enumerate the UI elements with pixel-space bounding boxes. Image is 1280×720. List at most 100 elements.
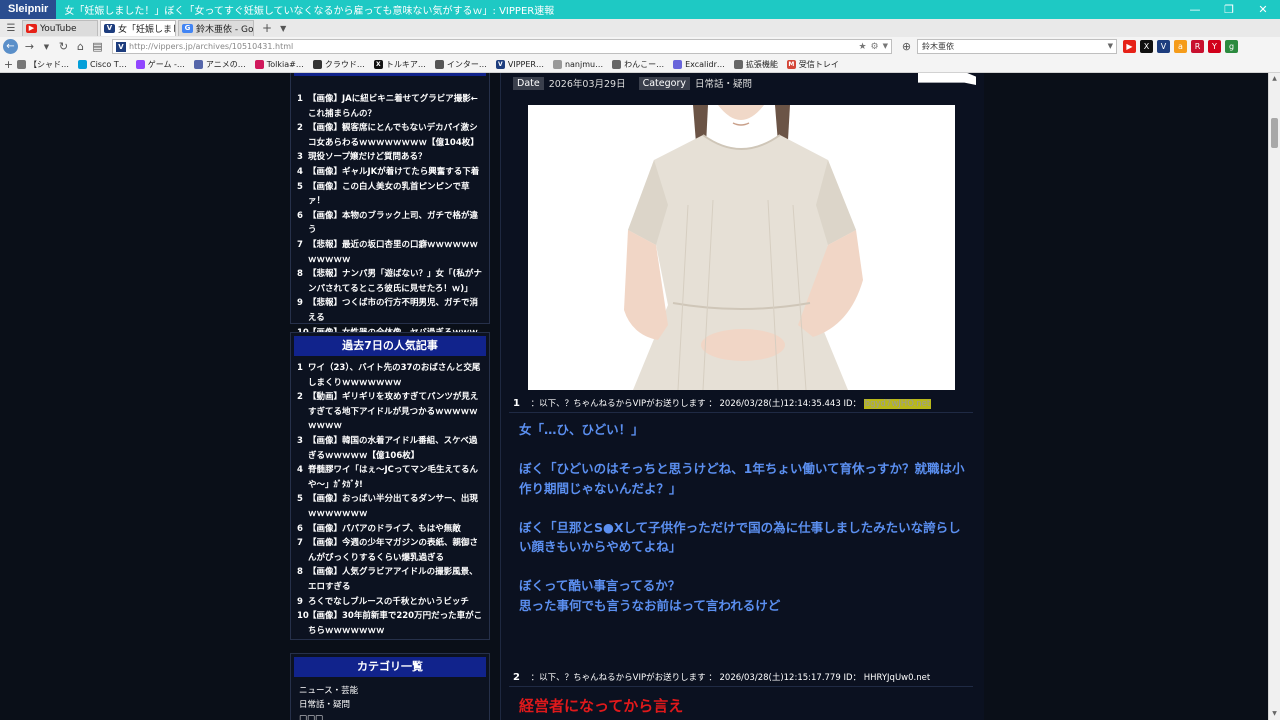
bookmark-item[interactable]: 拡張機能 <box>733 59 778 70</box>
url-dropdown-icon[interactable]: ▼ <box>883 42 888 52</box>
bookmark-item[interactable]: nanjmu… <box>552 59 603 69</box>
scroll-up-icon[interactable]: ▲ <box>1269 73 1280 85</box>
youtube-ext-icon[interactable]: ▶ <box>1123 40 1136 53</box>
rank-link[interactable]: 【動画】ギリギリを攻めすぎてパンツが見えすぎてる地下アイドルが見つかるｗｗｗｗｗ… <box>308 390 483 434</box>
new-tab-icon[interactable]: + <box>262 21 272 35</box>
app-logo[interactable]: Sleipnir <box>0 0 57 19</box>
ranking-item[interactable]: 9 【悲報】つくば市の行方不明男児、ガチで消える <box>297 296 483 325</box>
rank-link[interactable]: 【画像】パパアのドライブ、もはや無敵 <box>308 522 483 537</box>
settings-icon[interactable]: ⚙ <box>871 42 879 52</box>
bookmark-item[interactable]: Excalidr… <box>673 59 725 69</box>
ranking-item[interactable]: 10 【画像】30年前新車で220万円だった車がこちらｗｗｗｗｗｗｗ <box>297 609 483 638</box>
rank-link[interactable]: ろくでなしブルースの千秋とかいうビッチ <box>308 595 483 610</box>
home-icon[interactable]: ⌂ <box>72 40 89 53</box>
rank-link[interactable]: 脊髄膠ワイ「はぇ〜JCってマン毛生えてるんや〜」ｶﾞﾀｶﾞﾀ! <box>308 463 483 492</box>
tab-list-icon[interactable]: ▼ <box>280 24 286 33</box>
ranking-item[interactable]: 4 【画像】ギャルJKが着けてたら興奮する下着 <box>297 165 483 180</box>
bookmark-item[interactable]: インター… <box>434 59 487 70</box>
rank-link[interactable]: 【悲報】ナンパ男「遊ばない？」女「(私がナンパされてるところ彼氏に見せたろ！ｗ)… <box>308 267 483 296</box>
rank-link[interactable]: 【画像】ギャルJKが着けてたら興奮する下着 <box>308 165 483 180</box>
page-scrollbar[interactable]: ▲ ▼ <box>1268 73 1280 720</box>
rank-number: 2 <box>297 123 303 134</box>
ranking-item[interactable]: 2 【画像】観客席にとんでもないデカパイ激シコ女あらわるｗｗｗｗｗｗｗｗ【億104… <box>297 121 483 150</box>
scroll-down-icon[interactable]: ▼ <box>1269 708 1280 720</box>
minimize-button[interactable]: — <box>1178 0 1212 19</box>
maximize-button[interactable]: ❐ <box>1212 0 1246 19</box>
close-button[interactable]: ✕ <box>1246 0 1280 19</box>
res-body: 女「…ひ、ひどい！」 ぼく「ひどいのはそっちと思うけどね、1年ちょい働いて育休っ… <box>519 420 969 615</box>
ranking-item[interactable]: 3 現役ソープ嬢だけど質問ある？ <box>297 150 483 165</box>
bookmark-item[interactable]: V VIPPER… <box>495 59 544 69</box>
twitch-icon <box>135 59 145 69</box>
bookmark-item[interactable]: 【シャド… <box>17 59 69 70</box>
tab-youtube[interactable]: ▶ YouTube <box>22 20 98 36</box>
ranking-item[interactable]: 7 【悲報】最近の坂口杏里の口癖ｗｗｗｗｗｗｗｗｗｗｗ <box>297 238 483 267</box>
ranking-item[interactable]: 5 【画像】おっぱい半分出てるダンサー、出現ｗｗｗｗｗｗｗ <box>297 492 483 521</box>
save-icon[interactable]: ▤ <box>89 40 106 53</box>
res-line: ぼく「旦那とS●Xして子供作っただけで国の為に仕事しましたみたいな誇らしい顔きも… <box>519 519 961 555</box>
rank-link[interactable]: 現役ソープ嬢だけど質問ある？ <box>308 150 483 165</box>
rank-link[interactable]: 【画像】この白人美女の乳首ピンピンで草ァ！ <box>308 180 483 209</box>
ranking-item[interactable]: 3 【画像】韓国の水着アイドル番組、スケベ過ぎるｗｗｗｗｗ【億106枚】 <box>297 434 483 463</box>
ranking-item[interactable]: 7 【画像】今週の少年マガジンの表紙、親御さんがびっくりするくらい爆乳過ぎる <box>297 536 483 565</box>
rank-link[interactable]: 【画像】韓国の水着アイドル番組、スケベ過ぎるｗｗｗｗｗ【億106枚】 <box>308 434 483 463</box>
bookmark-item[interactable]: アニメの… <box>193 59 246 70</box>
tab-menu-icon[interactable]: ☰ <box>0 23 22 34</box>
bookmark-item[interactable]: Tolkia#… <box>254 59 304 69</box>
category-item[interactable]: 日常話・疑問 <box>299 698 481 712</box>
rank-link[interactable]: 【画像】人気グラビアアイドルの撮影風景、エロすぎる <box>308 565 483 594</box>
history-dropdown-icon[interactable]: ▼ <box>38 43 55 51</box>
ranking-item[interactable]: 9 ろくでなしブルースの千秋とかいうビッチ <box>297 595 483 610</box>
engine-icon[interactable]: ⊕ <box>898 40 915 53</box>
rank-link[interactable]: 【悲報】最近の坂口杏里の口癖ｗｗｗｗｗｗｗｗｗｗｗ <box>308 238 483 267</box>
ranking-item[interactable]: 4 脊髄膠ワイ「はぇ〜JCってマン毛生えてるんや〜」ｶﾞﾀｶﾞﾀ! <box>297 463 483 492</box>
vipper-ext-icon[interactable]: V <box>1157 40 1170 53</box>
rank-link[interactable]: 【画像】本物のブラック上司、ガチで格が違う <box>308 209 483 238</box>
rank-link[interactable]: ワイ（23）、バイト先の37のおばさんと交尾しまくりｗｗｗｗｗｗｗ <box>308 361 483 390</box>
back-icon[interactable]: ← <box>3 39 18 54</box>
search-dropdown-icon[interactable]: ▼ <box>1108 40 1113 53</box>
amazon-ext-icon[interactable]: a <box>1174 40 1187 53</box>
address-bar[interactable]: V http://vippers.jp/archives/10510431.ht… <box>112 39 892 54</box>
google-ext-icon[interactable]: g <box>1225 40 1238 53</box>
cisco-icon <box>78 59 87 69</box>
scroll-thumb[interactable] <box>1271 118 1278 148</box>
ranking-item[interactable]: 6 【画像】パパアのドライブ、もはや無敵 <box>297 522 483 537</box>
reload-icon[interactable]: ↻ <box>55 40 72 53</box>
rakuten-ext-icon[interactable]: R <box>1191 40 1204 53</box>
bookmark-item[interactable]: M 受信トレイ <box>786 59 839 70</box>
add-bookmark-icon[interactable]: + <box>0 58 17 71</box>
x-ext-icon[interactable]: X <box>1140 40 1153 53</box>
bookmark-item[interactable]: ゲーム -… <box>135 59 185 70</box>
search-input[interactable]: 鈴木亜依 ▼ <box>917 39 1117 54</box>
ranking-item[interactable]: 1 【画像】JAに紐ビキニ着せてグラビア撮影←これ捕まらんの？ <box>297 92 483 121</box>
rank-link[interactable]: 【画像】30年前新車で220万円だった車がこちらｗｗｗｗｗｗｗ <box>308 609 483 638</box>
res-line: ぼくって酷い事言ってるか？ <box>519 578 681 593</box>
category-item[interactable]: □□□ <box>299 712 481 720</box>
ranking-item[interactable]: 1 ワイ（23）、バイト先の37のおばさんと交尾しまくりｗｗｗｗｗｗｗ <box>297 361 483 390</box>
forward-icon[interactable]: → <box>21 40 38 53</box>
ranking-item[interactable]: 5 【画像】この白人美女の乳首ピンピンで草ァ！ <box>297 180 483 209</box>
rank-link[interactable]: 【画像】おっぱい半分出てるダンサー、出現ｗｗｗｗｗｗｗ <box>308 492 483 521</box>
yahoo-ext-icon[interactable]: Y <box>1208 40 1221 53</box>
gmail-icon: M <box>786 59 796 69</box>
rank-link[interactable]: 【画像】観客席にとんでもないデカパイ激シコ女あらわるｗｗｗｗｗｗｗｗ【億104枚… <box>308 121 483 150</box>
category-item[interactable]: ニュース・芸能 <box>299 684 481 698</box>
rank-link[interactable]: 【画像】JAに紐ビキニ着せてグラビア撮影←これ捕まらんの？ <box>308 92 483 121</box>
tab-article[interactable]: V 女「妊娠しました… × <box>100 20 176 36</box>
bookmark-item[interactable]: わんこー… <box>612 59 664 70</box>
bookmark-item[interactable]: Cisco T… <box>78 59 127 69</box>
category-value[interactable]: 日常話・疑問 <box>695 76 752 90</box>
ranking-item[interactable]: 8 【画像】人気グラビアアイドルの撮影風景、エロすぎる <box>297 565 483 594</box>
res-id[interactable]: bgyd7wJHO.net <box>863 399 932 409</box>
rank-link[interactable]: 【画像】今週の少年マガジンの表紙、親御さんがびっくりするくらい爆乳過ぎる <box>308 536 483 565</box>
tab-google-search[interactable]: G 鈴木亜依 - Goo… <box>178 20 254 36</box>
bookmark-item[interactable]: X トルキア… <box>373 59 426 70</box>
ranking-item[interactable]: 8 【悲報】ナンパ男「遊ばない？」女「(私がナンパされてるところ彼氏に見せたろ！ｗ… <box>297 267 483 296</box>
ranking-item[interactable]: 2 【動画】ギリギリを攻めすぎてパンツが見えすぎてる地下アイドルが見つかるｗｗｗｗ… <box>297 390 483 434</box>
bookmark-item[interactable]: クラウド… <box>312 59 365 70</box>
bookmark-star-icon[interactable]: ★ <box>858 42 866 52</box>
ranking-item[interactable]: 6 【画像】本物のブラック上司、ガチで格が違う <box>297 209 483 238</box>
res-meta: ：以下、？ちゃんねるからVIPがお送りします ： 2026/03/28(土)12… <box>530 673 931 683</box>
rank-link[interactable]: 【悲報】つくば市の行方不明男児、ガチで消える <box>308 296 483 325</box>
